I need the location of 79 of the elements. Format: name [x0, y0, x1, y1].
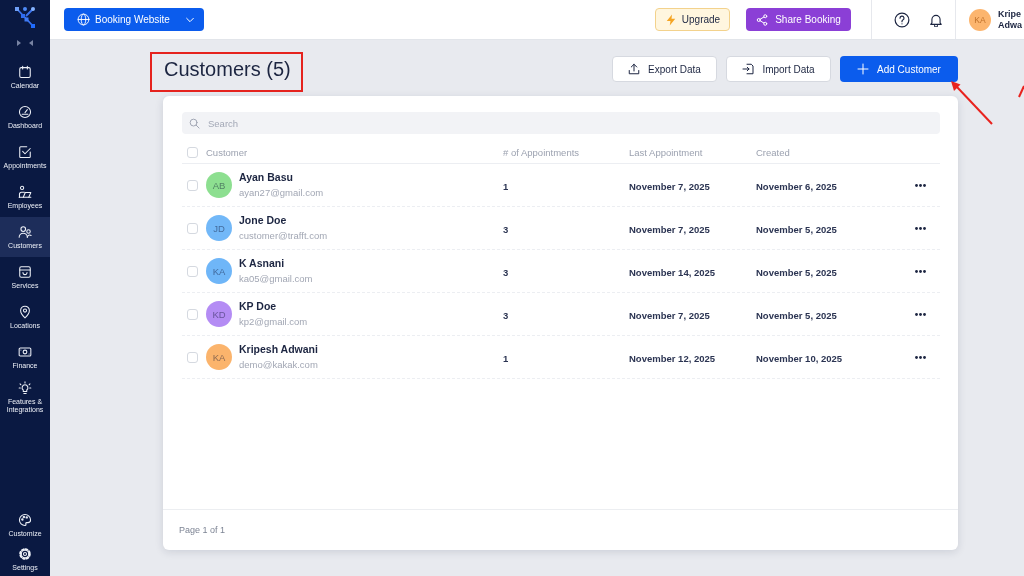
- last-appointment-date: November 14, 2025: [629, 267, 716, 278]
- page-title: Customers (5): [164, 57, 291, 81]
- avatar: AB: [206, 172, 232, 198]
- created-date: November 5, 2025: [756, 310, 837, 321]
- created-date: November 5, 2025: [756, 224, 837, 235]
- avatar: KD: [206, 301, 232, 327]
- customer-email: ka05@gmail.com: [239, 273, 313, 285]
- column-header: Created: [756, 146, 791, 158]
- upgrade-button[interactable]: Upgrade: [655, 8, 730, 31]
- customer-name[interactable]: Ayan Basu: [239, 171, 324, 184]
- gauge-icon: [18, 104, 32, 119]
- lightning-icon: [664, 13, 677, 26]
- customer-email: demo@kakak.com: [239, 359, 318, 371]
- share-icon: [756, 13, 769, 26]
- more-icon[interactable]: [914, 312, 926, 316]
- appointment-count: 3: [503, 224, 509, 235]
- bell-icon[interactable]: [929, 12, 943, 27]
- checkbox[interactable]: [187, 222, 198, 234]
- customer-name[interactable]: Jone Doe: [239, 214, 328, 227]
- annotation-arrow: [951, 81, 993, 125]
- checkbox[interactable]: [187, 146, 198, 158]
- share-booking-button[interactable]: Share Booking: [746, 8, 851, 31]
- help-icon[interactable]: [894, 11, 910, 28]
- user-name[interactable]: Kripe Adwa: [998, 8, 1022, 31]
- customer-email: customer@trafft.com: [239, 230, 328, 242]
- logo-icon[interactable]: [15, 7, 35, 28]
- more-icon[interactable]: [914, 226, 926, 230]
- sidebar-toggle-icon[interactable]: [17, 40, 33, 46]
- checkbox[interactable]: [187, 265, 198, 277]
- customer-name[interactable]: K Asnani: [239, 257, 313, 270]
- pagination-text: Page 1 of 1: [179, 525, 226, 535]
- avatar: KA: [206, 258, 232, 284]
- avatar: KA: [206, 344, 232, 370]
- appointment-count: 1: [503, 353, 509, 364]
- palette-icon: [18, 512, 32, 527]
- appointment-count: 1: [503, 181, 509, 192]
- avatar: JD: [206, 215, 232, 241]
- banknote-icon: [18, 344, 32, 359]
- lightbulb-icon: [18, 380, 32, 395]
- created-date: November 10, 2025: [756, 353, 843, 364]
- checked-square-icon: [18, 144, 32, 159]
- customer-name[interactable]: KP Doe: [239, 300, 308, 313]
- globe-icon: [77, 13, 90, 26]
- last-appointment-date: November 7, 2025: [629, 181, 710, 192]
- created-date: November 5, 2025: [756, 267, 837, 278]
- plus-icon: [857, 63, 870, 75]
- annotation-line: [1018, 85, 1024, 98]
- search-icon: [189, 117, 200, 129]
- calendar-icon: [18, 64, 32, 79]
- customer-email: kp2@gmail.com: [239, 316, 308, 328]
- person-laptop-icon: [18, 184, 32, 199]
- customer-email: ayan27@gmail.com: [239, 187, 324, 199]
- last-appointment-date: November 7, 2025: [629, 310, 710, 321]
- more-icon[interactable]: [914, 269, 926, 273]
- column-header: # of Appointments: [503, 146, 581, 158]
- people-icon: [18, 224, 32, 239]
- booking-website-button[interactable]: Booking Website: [64, 8, 204, 31]
- upload-icon: [628, 63, 641, 75]
- basket-icon: [18, 264, 32, 279]
- column-header: Customer: [206, 146, 249, 158]
- created-date: November 6, 2025: [756, 181, 837, 192]
- checkbox[interactable]: [187, 179, 198, 191]
- settings-icon: [18, 546, 32, 561]
- file-import-icon: [742, 63, 755, 75]
- checkbox[interactable]: [187, 308, 198, 320]
- more-icon[interactable]: [914, 355, 926, 359]
- last-appointment-date: November 7, 2025: [629, 224, 710, 235]
- export-data-button[interactable]: Export Data: [612, 56, 717, 82]
- last-appointment-date: November 12, 2025: [629, 353, 716, 364]
- appointment-count: 3: [503, 310, 509, 321]
- more-icon[interactable]: [914, 183, 926, 187]
- search-field[interactable]: Search: [182, 112, 940, 134]
- checkbox[interactable]: [187, 351, 198, 363]
- appointment-count: 3: [503, 267, 509, 278]
- map-pin-icon: [18, 304, 32, 319]
- column-header: Last Appointment: [629, 146, 704, 158]
- customer-name[interactable]: Kripesh Adwani: [239, 343, 318, 356]
- add-customer-button[interactable]: Add Customer: [840, 56, 958, 82]
- import-data-button[interactable]: Import Data: [726, 56, 831, 82]
